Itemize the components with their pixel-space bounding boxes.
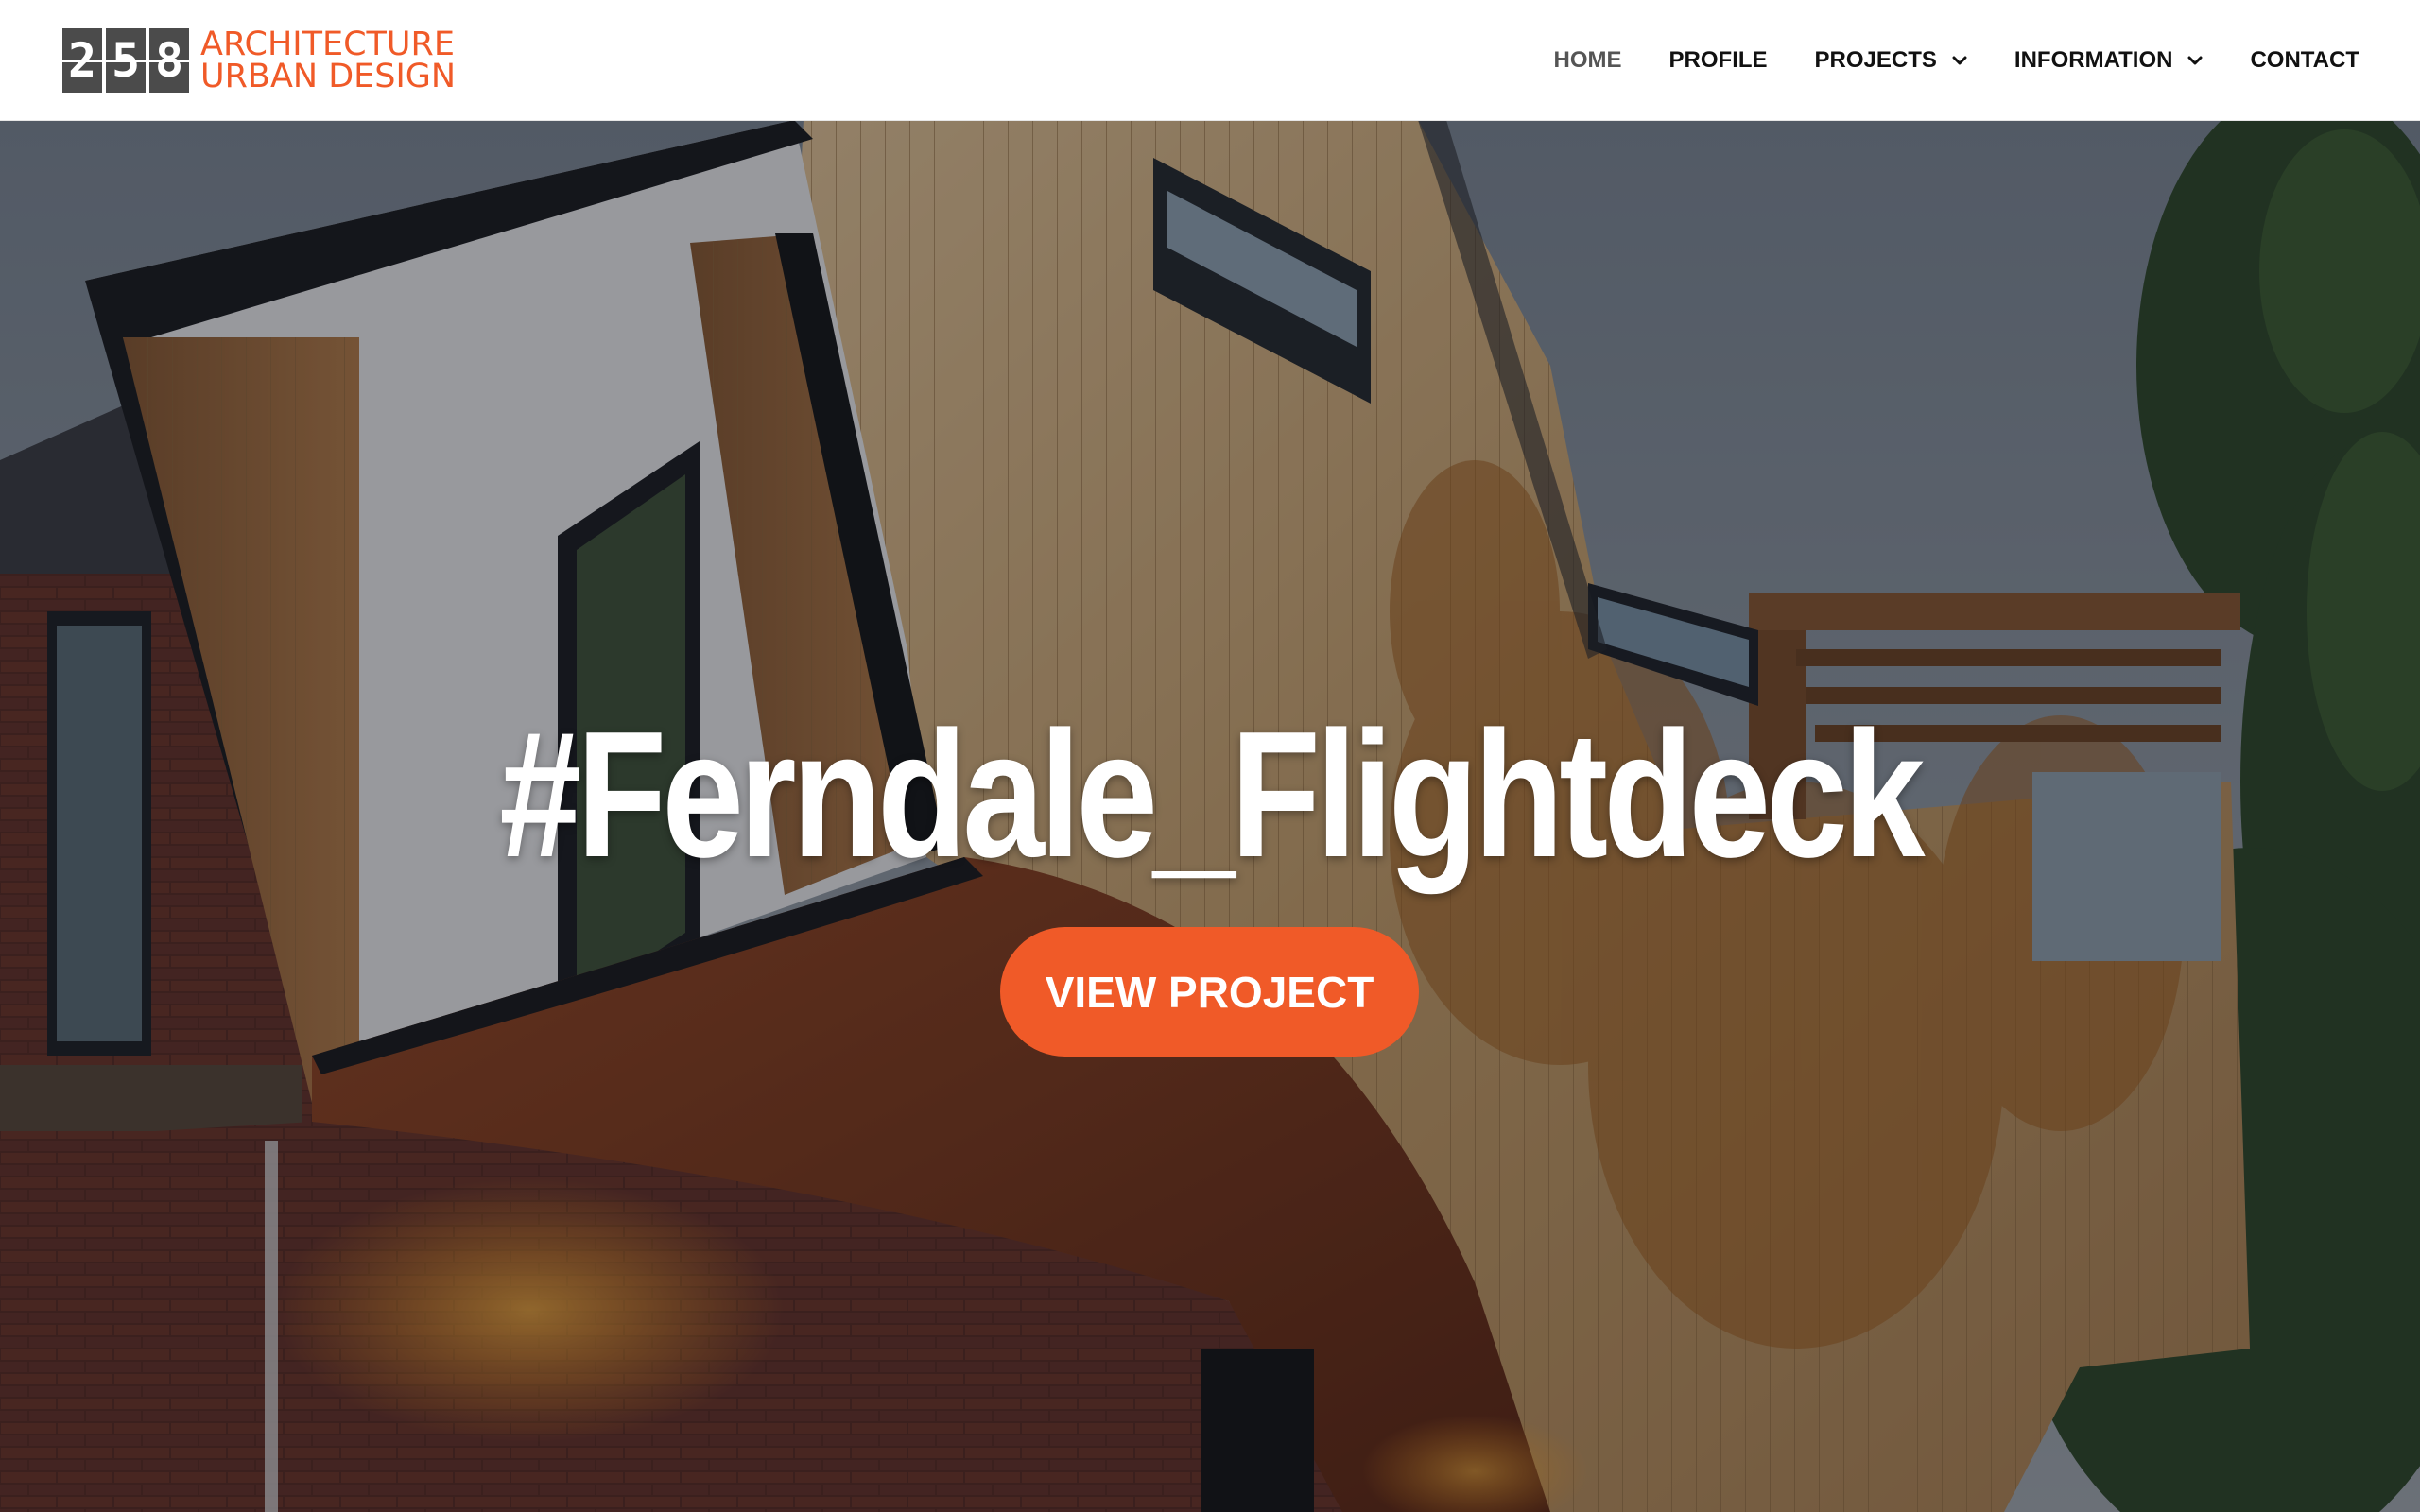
logo-mark: 2 5 8 [62,28,189,93]
nav-item-label: INFORMATION [2014,46,2173,73]
nav-item-projects[interactable]: PROJECTS [1815,47,1967,74]
hero-title: #Ferndale_Flightdeck [499,695,1925,895]
chevron-down-icon [2187,56,2203,64]
nav-item-information[interactable]: INFORMATION [2014,47,2204,74]
logo-digit: 2 [62,28,102,93]
logo-digit: 5 [106,28,146,93]
main-nav: HOME PROFILE PROJECTS INFORMATION CONTAC… [1507,0,2360,120]
nav-item-home[interactable]: HOME [1554,47,1622,74]
chevron-down-icon [1952,56,1967,64]
logo[interactable]: 2 5 8 ARCHITECTURE URBAN DESIGN [62,27,456,94]
logo-line-2: URBAN DESIGN [200,58,457,95]
nav-item-label: PROFILE [1668,46,1768,73]
view-project-button[interactable]: VIEW PROJECT [1000,927,1419,1057]
logo-digit: 8 [149,28,189,93]
site-header: 2 5 8 ARCHITECTURE URBAN DESIGN HOME PRO… [0,0,2420,121]
nav-item-label: CONTACT [2250,46,2360,73]
logo-line-1: ARCHITECTURE [200,26,455,63]
hero-section: #Ferndale_Flightdeck VIEW PROJECT [0,120,2420,1512]
nav-item-label: PROJECTS [1814,46,1937,73]
nav-item-profile[interactable]: PROFILE [1669,47,1768,74]
nav-item-contact[interactable]: CONTACT [2250,47,2360,74]
nav-item-label: HOME [1553,46,1622,73]
logo-text: ARCHITECTURE URBAN DESIGN [200,26,457,95]
